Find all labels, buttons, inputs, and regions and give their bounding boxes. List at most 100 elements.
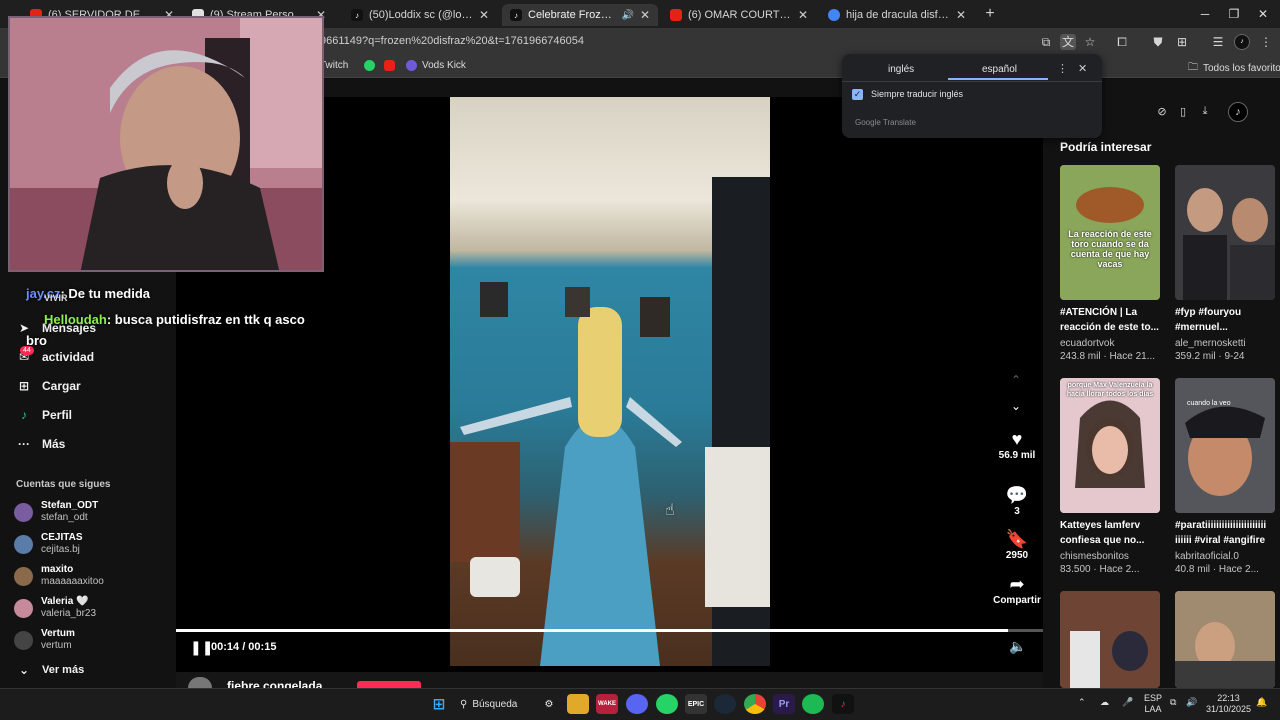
translate-tab-english[interactable]: inglés — [888, 64, 914, 75]
more-icon[interactable]: ⋮ — [1057, 62, 1068, 75]
chevron-up-icon[interactable]: ⌃ — [1011, 373, 1021, 387]
close-icon[interactable]: ✕ — [798, 8, 808, 22]
bookmark-star-icon[interactable]: ☆ — [1082, 34, 1098, 50]
app-icon[interactable]: WAKE — [596, 694, 618, 714]
share-button[interactable]: ➦ Compartir — [992, 573, 1042, 606]
suggested-thumbnail[interactable] — [1060, 591, 1160, 688]
speaker-icon[interactable]: 🔊 — [621, 10, 633, 21]
chrome-icon[interactable] — [744, 694, 766, 714]
windows-start-icon[interactable]: ⊞ — [428, 694, 450, 714]
close-icon[interactable]: ✕ — [956, 8, 966, 22]
suggested-thumbnail[interactable]: porque Max Valenzuela la hacía llorar to… — [1060, 378, 1160, 513]
whatsapp-icon[interactable] — [656, 694, 678, 714]
tab-title: (50)Loddix sc (@loddixx) | TikTok — [369, 9, 473, 21]
like-button[interactable]: ♥ 56.9 mil — [995, 428, 1039, 461]
pause-icon[interactable]: ❚❚ — [190, 639, 213, 656]
close-icon[interactable]: ✕ — [1078, 62, 1087, 75]
speaker-icon[interactable]: 🔊 — [1186, 697, 1197, 708]
sidebar-item-label: actividad — [42, 350, 95, 364]
close-icon[interactable]: ✕ — [479, 8, 489, 22]
taskbar-search[interactable]: ⚲ Búsqueda — [460, 693, 540, 715]
bookmark-twitch[interactable]: Twitch — [320, 60, 348, 71]
chat-message: Helloudah: busca putidisfraz en ttk q as… — [44, 312, 305, 327]
extension-icon[interactable]: ⛊ — [1150, 34, 1166, 50]
discord-icon[interactable] — [626, 694, 648, 714]
profile-avatar[interactable]: ♪ — [1234, 34, 1250, 50]
sidebar-item-more[interactable]: ··· Más — [16, 437, 65, 451]
install-app-icon[interactable]: ⧉ — [1038, 34, 1054, 50]
share-icon: ➦ — [1009, 574, 1025, 594]
suggested-author[interactable]: chismesbonitos — [1060, 551, 1129, 562]
sidebar-item-label: Más — [42, 437, 66, 451]
tab-6[interactable]: hija de dracula disfraz - Buscar ✕ — [820, 4, 974, 26]
profile-avatar[interactable]: ♪ — [1228, 102, 1248, 122]
menu-icon[interactable]: ⋮ — [1258, 34, 1274, 50]
suggested-thumbnail[interactable] — [1175, 165, 1275, 300]
reading-list-icon[interactable]: ☰ — [1210, 34, 1226, 50]
steam-icon[interactable] — [714, 694, 736, 714]
language-indicator[interactable]: ESP LAA — [1144, 693, 1162, 715]
account-username: valeria_br23 — [41, 608, 97, 619]
bookmark-youtube[interactable] — [384, 60, 400, 71]
clock-date: 31/10/2025 — [1206, 704, 1252, 714]
suggested-thumbnail[interactable]: La reacción de este toro cuando se da cu… — [1060, 165, 1160, 300]
tab-5[interactable]: (6) OMAR COURTZ - LUCES DE ✕ — [662, 4, 816, 26]
tab-search-icon[interactable]: ⊞ — [1174, 34, 1190, 50]
premiere-icon[interactable]: Pr — [773, 694, 795, 714]
new-tab-button[interactable]: + — [980, 4, 1000, 24]
suggested-caption[interactable]: #paratiiiiiiiiiiiiiiiiiiiiii iiiiii #vir… — [1175, 518, 1277, 548]
video-player[interactable] — [450, 97, 770, 666]
tiktok-icon[interactable]: ♪ — [832, 694, 854, 714]
window-close-button[interactable]: ✕ — [1248, 4, 1278, 24]
suggested-author[interactable]: ale_mernosketti — [1175, 338, 1246, 349]
suggested-thumbnail[interactable]: cuando la veo — [1175, 378, 1275, 513]
url-text[interactable]: 9661149?q=frozen%20disfraz%20&t=17619667… — [320, 35, 584, 47]
suggested-thumbnail[interactable] — [1175, 591, 1275, 688]
suggested-caption[interactable]: #ATENCIÓN | La reacción de este to... — [1060, 305, 1162, 335]
video-progress-bar[interactable] — [176, 629, 1043, 632]
clock[interactable]: 22:13 31/10/2025 — [1206, 693, 1251, 715]
volume-icon[interactable]: 🔈 — [1009, 638, 1026, 655]
file-explorer-icon[interactable] — [567, 694, 589, 714]
see-more-link[interactable]: ⌄ Ver más — [16, 663, 84, 677]
thumbnail-text: porque Max Valenzuela la hacía llorar to… — [1066, 382, 1154, 398]
always-translate-checkbox[interactable]: ✓ — [852, 89, 863, 100]
extensions-icon[interactable]: ⧠ — [1114, 34, 1130, 50]
follow-button[interactable] — [357, 681, 421, 688]
translate-tab-spanish[interactable]: español — [982, 64, 1017, 75]
app-icon[interactable]: ⚙ — [538, 694, 560, 714]
bookmark-vods-kick[interactable]: Vods Kick — [406, 60, 466, 71]
minimize-button[interactable]: ─ — [1190, 4, 1220, 24]
translate-icon[interactable]: 文 — [1060, 34, 1076, 50]
all-bookmarks[interactable]: 🗀 Todos los favoritos — [1188, 60, 1280, 77]
spotify-icon[interactable] — [802, 694, 824, 714]
suggested-author[interactable]: ecuadortvok — [1060, 338, 1114, 349]
cloud-icon[interactable]: ☁ — [1100, 697, 1109, 708]
webcam-overlay — [8, 16, 324, 272]
search-label: Búsqueda — [472, 698, 518, 710]
close-icon[interactable]: ✕ — [640, 8, 650, 22]
download-icon[interactable]: ⤓ — [1198, 105, 1212, 119]
google-icon — [828, 9, 840, 21]
tab-title: hija de dracula disfraz - Buscar — [846, 9, 950, 21]
embed-icon[interactable]: ⊘ — [1155, 105, 1169, 119]
bookmark-whatsapp[interactable] — [364, 60, 380, 71]
tab-3[interactable]: ♪ (50)Loddix sc (@loddixx) | TikTok ✕ — [343, 4, 497, 26]
mic-icon[interactable]: 🎤 — [1122, 697, 1133, 708]
network-icon[interactable]: ⧉ — [1170, 697, 1176, 708]
suggested-author[interactable]: kabritaoficial.0 — [1175, 551, 1239, 562]
notification-bell-icon[interactable]: 🔔 — [1256, 697, 1267, 708]
chevron-up-icon[interactable]: ⌃ — [1078, 697, 1086, 708]
thumbnail-image — [1175, 378, 1275, 513]
suggested-caption[interactable]: Katteyes lamferv confiesa que no... — [1060, 518, 1162, 548]
suggested-caption[interactable]: #fyp #fouryou #mernuel... — [1175, 305, 1277, 335]
chevron-down-icon[interactable]: ⌄ — [1011, 399, 1021, 413]
epic-games-icon[interactable]: EPIC — [685, 694, 707, 714]
comment-button[interactable]: 💬 3 — [995, 484, 1039, 517]
tab-4[interactable]: ♪ Celebrate Frozen Cosplay D 🔊 ✕ — [502, 4, 658, 26]
maximize-button[interactable]: ❐ — [1219, 4, 1249, 24]
save-button[interactable]: 🔖 2950 — [995, 528, 1039, 561]
sidebar-item-profile[interactable]: ♪ Perfil — [16, 408, 72, 422]
sidebar-item-upload[interactable]: ⊞ Cargar — [16, 379, 81, 393]
phone-icon[interactable]: ▯ — [1176, 105, 1190, 119]
